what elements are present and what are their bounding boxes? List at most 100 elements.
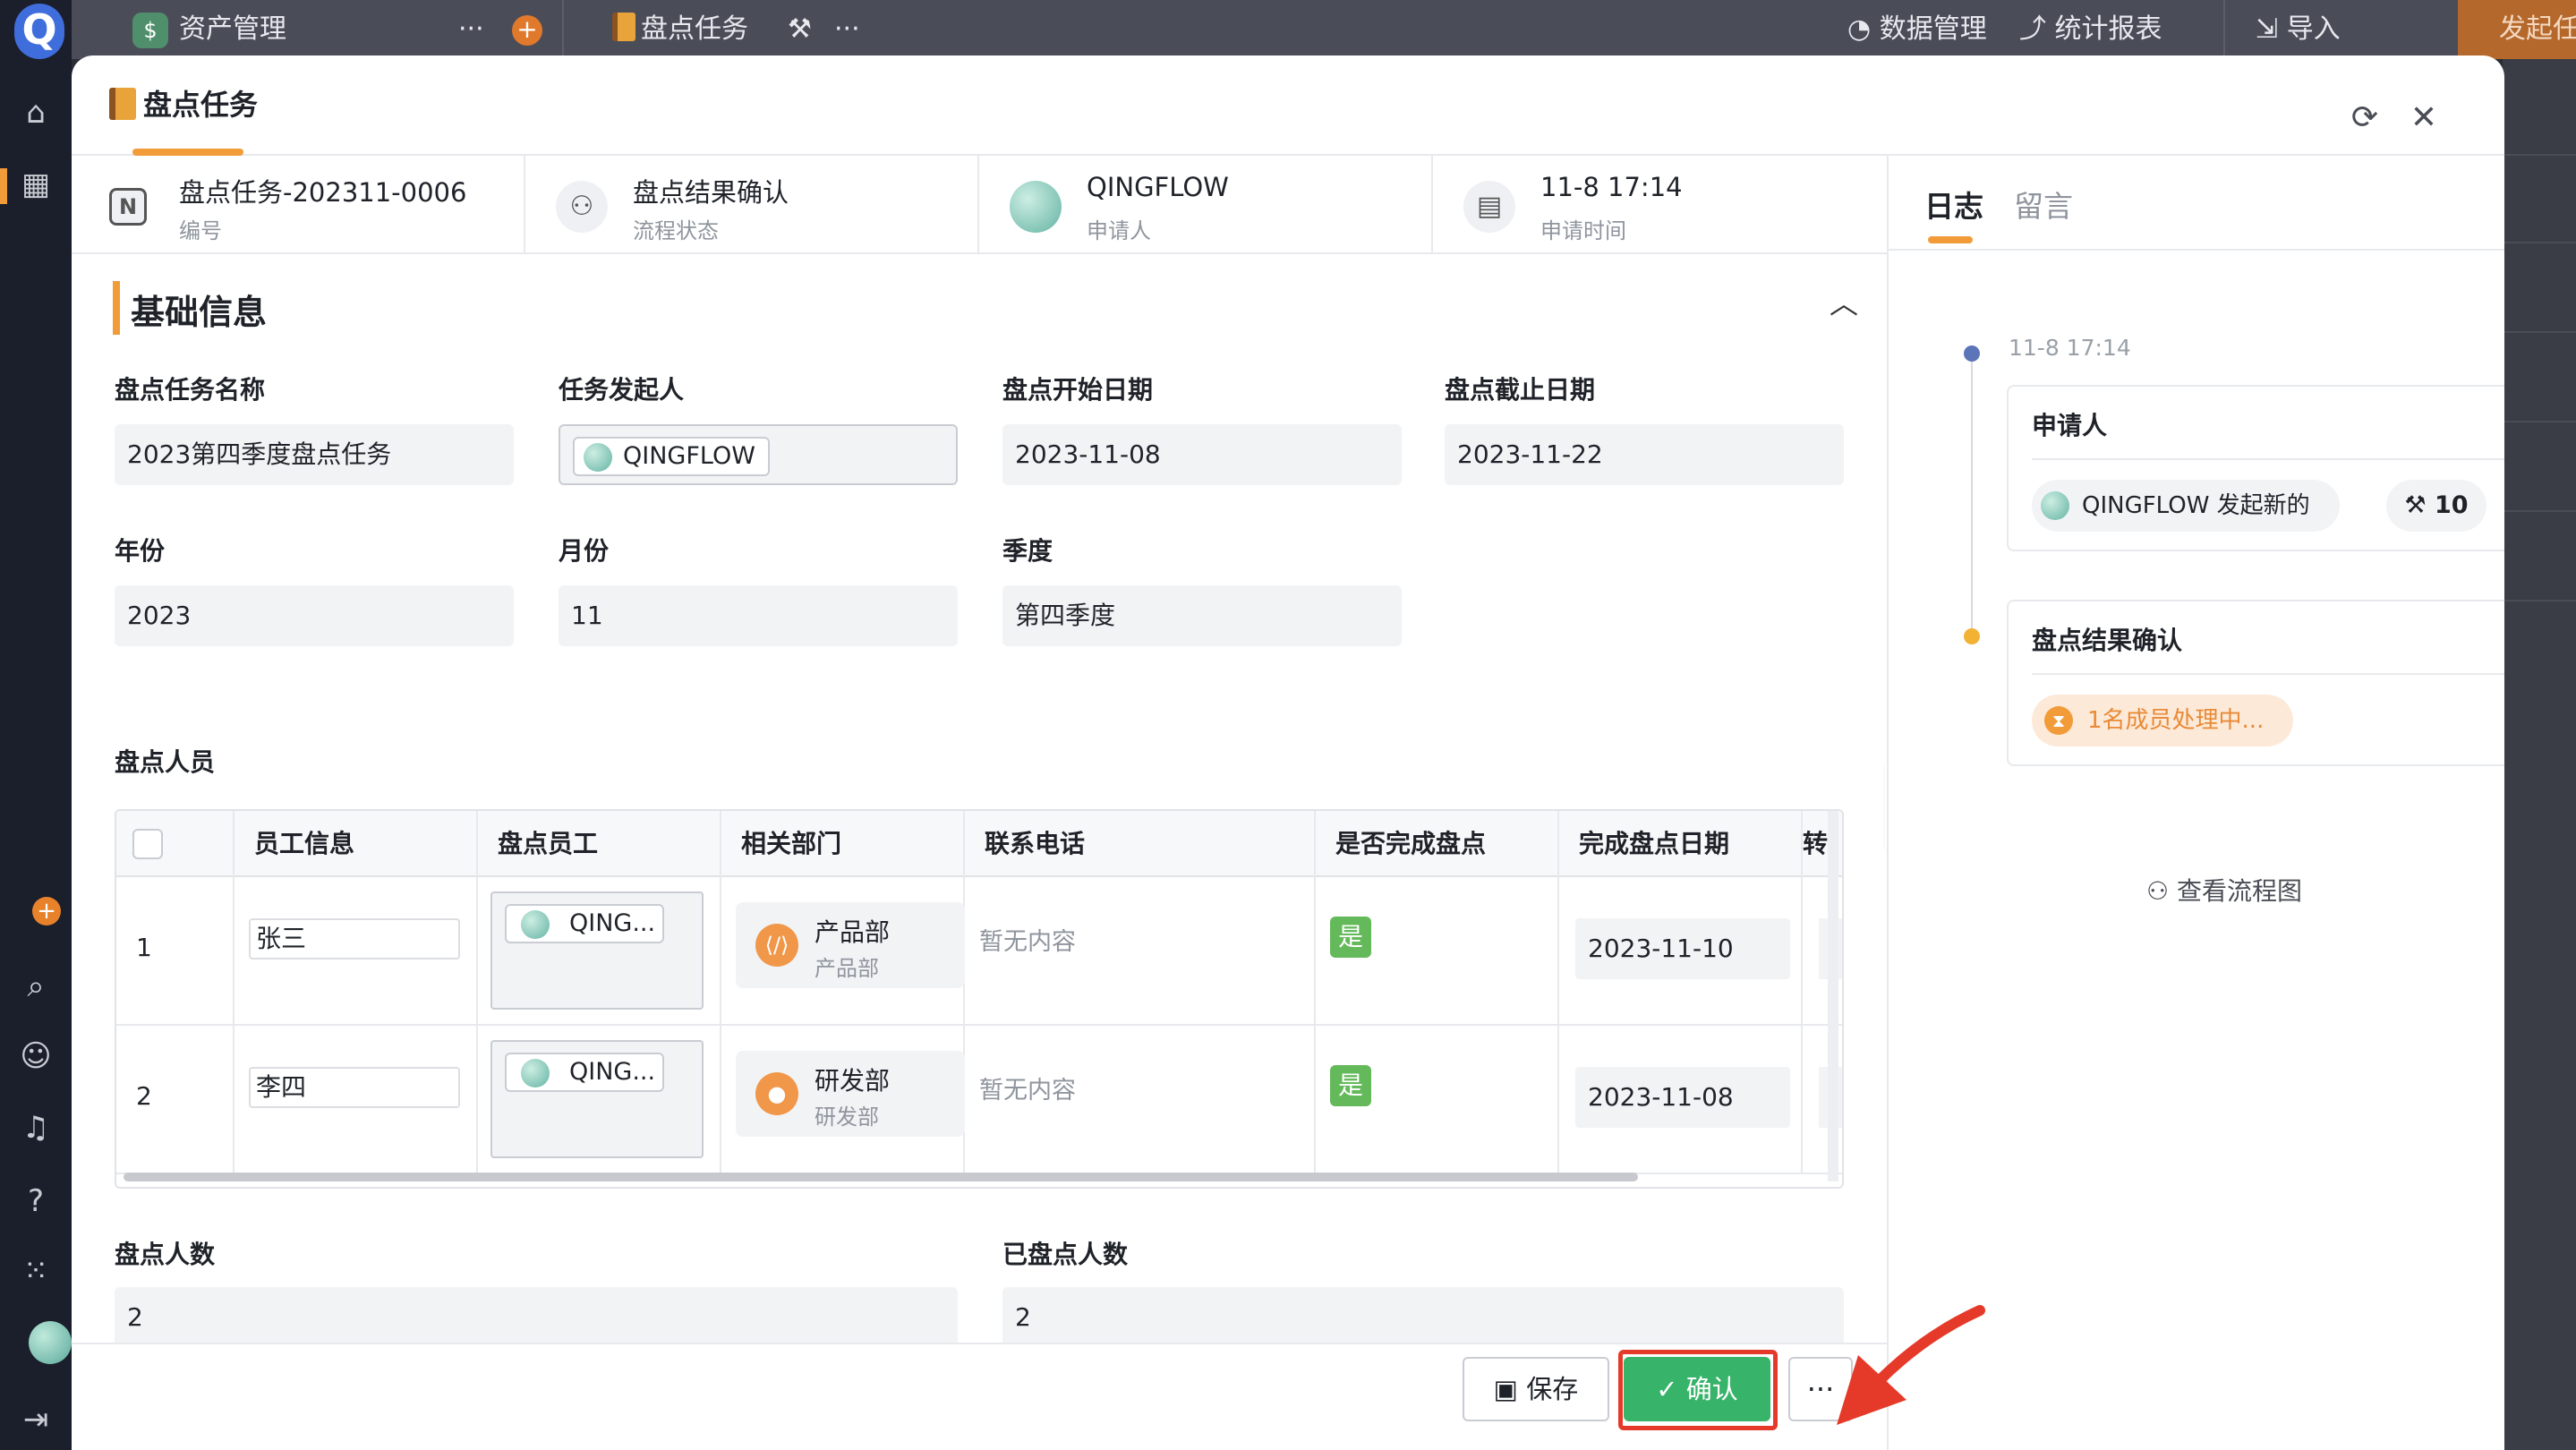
calendar-icon: ▤: [1463, 181, 1515, 233]
help-icon[interactable]: ?: [18, 1183, 54, 1219]
left-rail: Q ⌂ ▦ + ⌕ ☺ ♫ ? ⁙ ⇥: [0, 0, 72, 1450]
header-done[interactable]: 是否完成盘点: [1316, 811, 1557, 877]
task-name-field[interactable]: 2023第四季度盘点任务: [115, 424, 514, 485]
header-done-date[interactable]: 完成盘点日期: [1559, 811, 1801, 877]
log-card-confirm: 盘点结果确认 ⧗ 1名成员处理中...: [2007, 600, 2504, 766]
action-count[interactable]: ⚒ 10: [2386, 480, 2486, 532]
annotation-arrow: [1837, 1305, 1985, 1425]
initiator-label: 任务发起人: [559, 375, 685, 405]
timeline-dot: [1964, 345, 1980, 362]
confirm-button[interactable]: ✓ 确认: [1624, 1357, 1770, 1421]
initiator-chip[interactable]: QINGFLOW: [573, 437, 770, 476]
row-index: 2: [136, 1081, 152, 1111]
search-icon[interactable]: ⌕: [18, 968, 54, 1004]
chevron-up-icon[interactable]: ︿: [1826, 281, 1862, 320]
contacts-icon[interactable]: ☺: [18, 1038, 54, 1074]
tab-more-icon[interactable]: ···: [834, 0, 860, 59]
launch-task-button[interactable]: 发起任务: [2458, 0, 2576, 59]
info-strip: N 盘点任务-202311-0006 编号 ⚇ 盘点结果确认 流程状态 QING…: [72, 156, 1887, 254]
app-logo[interactable]: Q: [14, 4, 64, 59]
refresh-icon[interactable]: ⟳: [2345, 98, 2384, 138]
save-button[interactable]: ▣ 保存: [1463, 1357, 1609, 1421]
info-time: ▤ 11-8 17:14 申请时间: [1433, 156, 1887, 252]
dashboard-icon: ◔: [1847, 13, 1880, 45]
card-divider: [2032, 458, 2504, 460]
vertical-scrollbar[interactable]: [1828, 811, 1838, 1181]
flow-status: 盘点结果确认: [633, 177, 789, 208]
done-date-field[interactable]: 2023-11-08: [1575, 1067, 1790, 1128]
header-department[interactable]: 相关部门: [721, 811, 963, 877]
tab-log[interactable]: 日志: [1924, 183, 1983, 226]
rail-active-indicator: [0, 168, 7, 204]
department-card[interactable]: ⟨/⟩ 产品部 产品部: [736, 902, 965, 988]
wrench-icon[interactable]: ⚒: [788, 0, 812, 59]
app-add-icon[interactable]: +: [512, 15, 542, 46]
header-employee[interactable]: 盘点员工: [478, 811, 720, 877]
horizontal-scrollbar[interactable]: [124, 1173, 1638, 1181]
top-bar-divider: [562, 0, 564, 59]
quarter-field[interactable]: 第四季度: [1002, 585, 1402, 646]
pending-chip[interactable]: ⧗ 1名成员处理中...: [2032, 695, 2293, 746]
expand-rail-icon[interactable]: ⇥: [18, 1402, 54, 1437]
end-date-field[interactable]: 2023-11-22: [1445, 424, 1844, 485]
employee-field[interactable]: QING...: [490, 891, 704, 1010]
current-tab[interactable]: 盘点任务: [612, 0, 748, 59]
select-all-checkbox[interactable]: [132, 829, 163, 859]
task-name-label: 盘点任务名称: [115, 375, 266, 405]
employee-chip[interactable]: QING...: [505, 1053, 664, 1092]
done-date-field[interactable]: 2023-11-10: [1575, 918, 1790, 979]
app-title[interactable]: $ 资产管理: [132, 0, 286, 59]
employee-name-input[interactable]: 张三: [249, 918, 460, 960]
chart-icon: ⤴: [2019, 13, 2055, 45]
tab-comment[interactable]: 留言: [2014, 183, 2073, 226]
year-label: 年份: [115, 536, 166, 566]
employee-name-input[interactable]: 李四: [249, 1067, 460, 1108]
import-link[interactable]: ⇲ 导入: [2256, 0, 2341, 59]
backdrop-row-line: [2503, 331, 2576, 333]
data-manage-link[interactable]: ◔ 数据管理: [1847, 0, 1987, 59]
bell-icon[interactable]: ♫: [18, 1110, 54, 1146]
done-badge: 是: [1330, 917, 1371, 958]
employee-chip[interactable]: QING...: [505, 904, 664, 943]
apps-grid-icon[interactable]: ▦: [18, 166, 54, 202]
month-field[interactable]: 11: [559, 585, 958, 646]
staff-table: 员工信息 盘点员工 相关部门 联系电话 是否完成盘点 完成盘点日期 转 1 张三: [115, 809, 1844, 1189]
home-icon[interactable]: ⌂: [18, 95, 54, 131]
header-employee-info[interactable]: 员工信息: [235, 811, 476, 877]
header-phone[interactable]: 联系电话: [965, 811, 1314, 877]
department-sub: 研发部: [815, 1105, 879, 1130]
apply-time: 11-8 17:14: [1540, 172, 1683, 202]
serial-number-icon: N: [109, 188, 147, 226]
start-date-label: 盘点开始日期: [1002, 375, 1154, 405]
header-truncated[interactable]: 转: [1803, 811, 1830, 877]
done-count-field[interactable]: 2: [1002, 1287, 1844, 1343]
table-row: 1 张三 QING... ⟨/⟩ 产品部 产品部 暂无内容 是 2023-11-…: [116, 877, 1842, 1026]
view-flowchart-link[interactable]: ⚇ 查看流程图: [2146, 872, 2302, 908]
arrow-shaft: [1872, 1305, 1985, 1387]
applicant-chip[interactable]: QINGFLOW 发起新的: [2032, 480, 2340, 532]
employee-field[interactable]: QING...: [490, 1040, 704, 1158]
save-icon: ▣: [1493, 1374, 1527, 1404]
start-date-field[interactable]: 2023-11-08: [1002, 424, 1402, 485]
stats-report-link[interactable]: ⤴ 统计报表: [2019, 0, 2162, 59]
modal-header: 盘点任务 ⟳ ✕: [72, 55, 2504, 156]
count-label: 盘点人数: [115, 1240, 216, 1269]
count-field[interactable]: 2: [115, 1287, 958, 1343]
add-icon[interactable]: +: [32, 897, 61, 925]
department-card[interactable]: ● 研发部 研发部: [736, 1051, 965, 1137]
top-bar: $ 资产管理 ··· + 盘点任务 ⚒ ··· ◔ 数据管理 ⤴ 统计报表 ⇲ 导…: [72, 0, 2576, 59]
app-more-icon[interactable]: ···: [458, 0, 484, 59]
more-apps-icon[interactable]: ⁙: [18, 1253, 54, 1289]
close-icon[interactable]: ✕: [2404, 98, 2444, 138]
modal-title: 盘点任务: [109, 82, 258, 124]
initiator-field[interactable]: QINGFLOW: [559, 424, 958, 485]
log-card-title: 申请人: [2032, 411, 2108, 440]
serial-number: 盘点任务-202311-0006: [179, 177, 467, 208]
wrench-icon: ⚒: [2404, 491, 2435, 519]
backdrop-row-line: [2503, 510, 2576, 512]
info-serial: N 盘点任务-202311-0006 编号: [72, 156, 525, 252]
user-avatar[interactable]: [29, 1321, 72, 1364]
year-field[interactable]: 2023: [115, 585, 514, 646]
person-icon: ●: [755, 1072, 798, 1115]
modal-footer: ▣ 保存 ✓ 确认 ···: [72, 1343, 1887, 1450]
